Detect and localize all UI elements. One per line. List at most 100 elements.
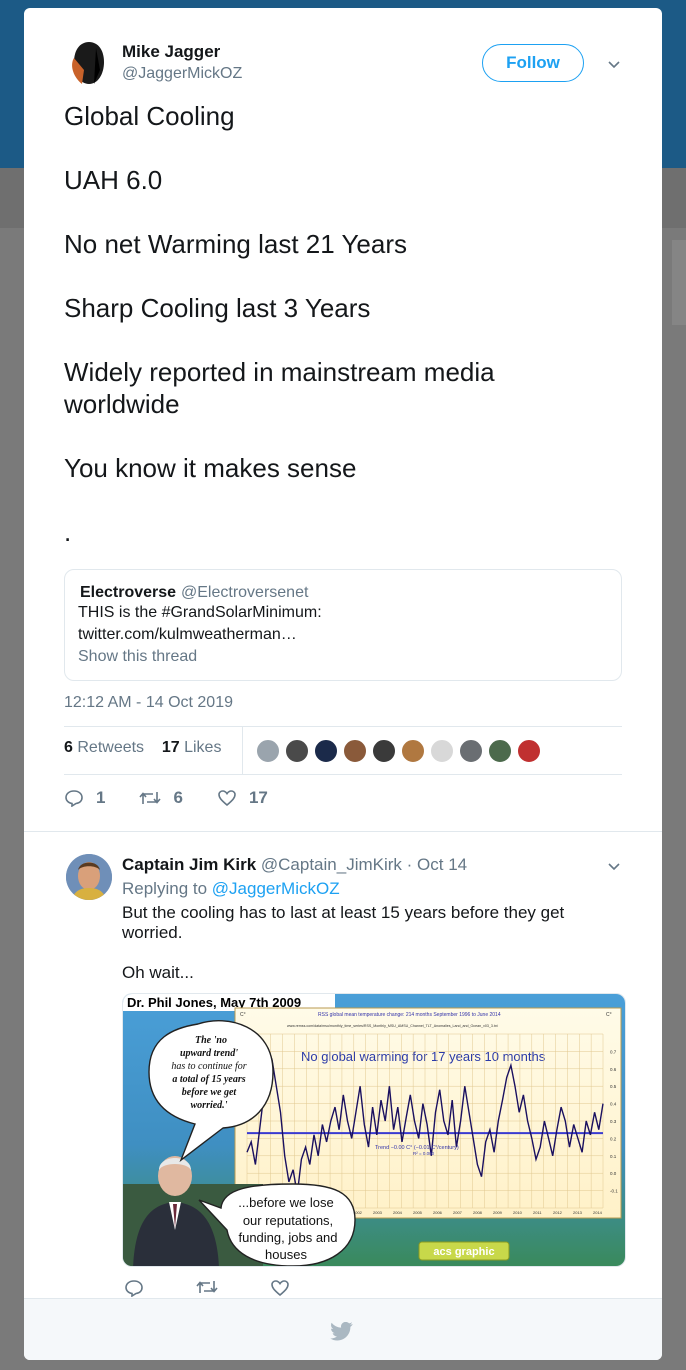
liker-avatar[interactable] — [517, 739, 541, 763]
liker-avatar[interactable] — [488, 739, 512, 763]
x-tick-label: 2007 — [453, 1210, 463, 1215]
reply-icon — [65, 790, 83, 807]
replying-prefix: Replying to — [122, 879, 208, 898]
retweet-icon — [139, 792, 162, 804]
retweets-count: 6 — [64, 739, 73, 756]
author-name[interactable]: Mike Jagger — [122, 42, 220, 62]
acs-badge-label: acs graphic — [433, 1246, 494, 1258]
retweet-count: 6 — [173, 788, 183, 807]
show-thread-link[interactable]: Show this thread — [78, 648, 197, 666]
chevron-down-icon[interactable] — [607, 58, 621, 72]
quote-link[interactable]: twitter.com/kulmweatherman… — [78, 626, 297, 644]
liker-avatar[interactable] — [314, 739, 338, 763]
tweet-line: Widely reported in mainstream media worl… — [64, 357, 495, 419]
bubble-right-line: funding, jobs and — [238, 1230, 337, 1245]
x-tick-label: 2003 — [373, 1210, 383, 1215]
twitter-bird-icon[interactable] — [330, 1322, 354, 1342]
replying-to: Replying to @JaggerMickOZ — [122, 879, 340, 899]
likes-count: 17 — [161, 739, 180, 756]
liker-avatar[interactable] — [459, 739, 483, 763]
reply-image[interactable]: Dr. Phil Jones, May 7th 2009 RSS global … — [122, 993, 626, 1267]
meme-graphic: Dr. Phil Jones, May 7th 2009 RSS global … — [123, 994, 625, 1266]
reply-button[interactable]: 1 — [64, 788, 105, 808]
reply-author-handle[interactable]: @Captain_JimKirk — [261, 855, 402, 874]
tweet-line: Global Cooling — [64, 101, 235, 131]
x-tick-label: 2014 — [593, 1210, 603, 1215]
liker-avatar[interactable] — [401, 739, 425, 763]
tweet-line: UAH 6.0 — [64, 165, 163, 195]
y-tick-label: 0.7 — [610, 1049, 617, 1054]
tweet-stats: 6 Retweets 17 Likes — [64, 739, 221, 757]
y-tick-label: 0.2 — [610, 1136, 617, 1141]
bubble-left-line: before we get — [182, 1087, 238, 1098]
x-tick-label: 2008 — [473, 1210, 483, 1215]
x-tick-label: 2004 — [393, 1210, 403, 1215]
y-tick-label: 0.3 — [610, 1119, 617, 1124]
y-tick-label: 0.6 — [610, 1067, 617, 1072]
tweet-timestamp[interactable]: 12:12 AM - 14 Oct 2019 — [64, 694, 233, 712]
liker-avatar[interactable] — [372, 739, 396, 763]
like-button[interactable]: 17 — [217, 788, 268, 808]
bubble-left-line: worried.' — [191, 1100, 228, 1111]
retweet-icon[interactable] — [196, 1279, 218, 1295]
heart-icon[interactable] — [270, 1279, 290, 1297]
reply-count: 1 — [96, 788, 106, 807]
follow-button[interactable]: Follow — [482, 44, 584, 82]
y-tick-label: 0.4 — [610, 1102, 617, 1107]
tweet-line: You know it makes sense — [64, 453, 357, 483]
reply-date[interactable]: · Oct 14 — [407, 855, 467, 874]
tweet-line: . — [64, 517, 72, 547]
tweet-line: No net Warming last 21 Years — [64, 229, 407, 259]
chart-title: RSS global mean temperature change: 214 … — [318, 1012, 501, 1018]
replying-handle-link[interactable]: @JaggerMickOZ — [212, 879, 340, 898]
retweet-button[interactable]: 6 — [139, 788, 183, 808]
modal-footer — [24, 1298, 662, 1360]
liker-avatar[interactable] — [285, 739, 309, 763]
stats-separator — [242, 727, 243, 774]
likes-label: Likes — [184, 739, 222, 756]
svg-text:C°: C° — [606, 1012, 612, 1018]
tweet-text: Global Cooling UAH 6.0 No net Warming la… — [64, 100, 604, 580]
bubble-right-line: houses — [265, 1247, 307, 1262]
x-tick-label: 2013 — [573, 1210, 583, 1215]
reply-text-line: But the cooling has to last at least 15 … — [122, 903, 565, 942]
tweet-modal: Mike Jagger @JaggerMickOZ Follow Global … — [24, 8, 662, 1360]
y-tick-label: -0.1 — [610, 1189, 618, 1194]
heart-icon — [218, 790, 236, 807]
quote-author-handle: @Electroversenet — [181, 584, 309, 601]
y-tick-label: 0.5 — [610, 1084, 617, 1089]
bubble-right-line: ...before we lose — [238, 1195, 333, 1210]
reply-actions — [124, 1279, 342, 1297]
like-count: 17 — [248, 788, 268, 807]
x-tick-label: 2009 — [493, 1210, 503, 1215]
liker-avatar[interactable] — [430, 739, 454, 763]
x-tick-label: 2006 — [433, 1210, 443, 1215]
likes-stat[interactable]: 17 Likes — [162, 739, 222, 756]
liker-avatar[interactable] — [256, 739, 280, 763]
reply-text: But the cooling has to last at least 15 … — [122, 903, 622, 983]
svg-text:C°: C° — [240, 1012, 246, 1018]
reply-author-avatar[interactable] — [66, 854, 112, 900]
author-avatar[interactable] — [66, 40, 112, 86]
quoted-tweet[interactable]: Electroverse @Electroversenet THIS is th… — [64, 569, 622, 681]
chevron-down-icon[interactable] — [607, 860, 621, 874]
quote-author-name: Electroverse — [80, 584, 177, 601]
tweet-actions: 1 6 17 — [64, 788, 302, 808]
tweet-line: Sharp Cooling last 3 Years — [64, 293, 371, 323]
y-tick-label: 0.1 — [610, 1154, 617, 1159]
retweets-stat[interactable]: 6 Retweets — [64, 739, 144, 756]
bubble-left-line: a total of 15 years — [172, 1074, 245, 1085]
x-tick-label: 2011 — [533, 1210, 542, 1215]
bubble-right-line: our reputations, — [243, 1213, 333, 1228]
bubble-left-line: has to continue for — [171, 1061, 246, 1072]
reply-author-name[interactable]: Captain Jim Kirk — [122, 855, 256, 874]
reply-icon[interactable] — [124, 1279, 144, 1297]
retweets-label: Retweets — [77, 739, 145, 756]
bubble-left-line: upward trend' — [180, 1048, 238, 1059]
reply-tweet[interactable]: Captain Jim Kirk @Captain_JimKirk · Oct … — [24, 831, 662, 1297]
author-handle[interactable]: @JaggerMickOZ — [122, 65, 242, 83]
divider — [64, 726, 622, 727]
bubble-left-line: The 'no — [195, 1035, 227, 1046]
liker-avatar[interactable] — [343, 739, 367, 763]
divider — [64, 774, 622, 775]
